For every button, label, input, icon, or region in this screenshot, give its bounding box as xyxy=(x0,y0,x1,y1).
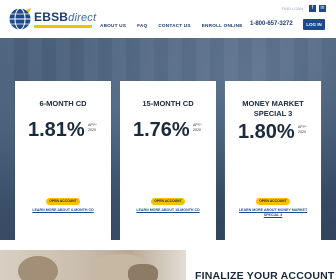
login-button[interactable]: LOG IN xyxy=(303,19,325,30)
learn-more-link[interactable]: LEARN MORE ABOUT 6-MONTH CD xyxy=(21,208,105,213)
card-title: 6-MONTH CD xyxy=(39,99,87,108)
logo-brand: EBSB xyxy=(34,10,69,24)
rate-card-15-month-cd: 15-MONTH CD 1.76% APY* 2020 OPEN ACCOUNT… xyxy=(120,81,216,240)
hero-section: 6-MONTH CD 1.81% APY* 2020 OPEN ACCOUNT … xyxy=(0,38,336,240)
nav-faq[interactable]: FAQ xyxy=(137,23,147,28)
rate-value: 1.80% xyxy=(238,121,295,143)
card-rate: 1.76% APY* 2020 xyxy=(120,119,216,143)
linkedin-icon[interactable]: in xyxy=(319,4,326,12)
logo-text: EBSBdirect xyxy=(34,10,96,24)
rate-apy: APY* 2020 xyxy=(88,123,97,132)
rate-value: 1.81% xyxy=(28,119,85,141)
photo-detail xyxy=(18,256,58,280)
card-title: MONEY MARKET SPECIAL 3 xyxy=(242,99,304,118)
finalize-heading: FINALIZE YOUR ACCOUNT xyxy=(195,270,335,280)
apy-year: 2020 xyxy=(88,127,96,132)
card-rate: 1.81% APY* 2020 xyxy=(15,119,111,143)
rate-apy: APY* 2020 xyxy=(193,123,202,132)
card-rate: 1.80% APY* 2020 xyxy=(225,121,321,145)
learn-more-link[interactable]: LEARN MORE ABOUT 15-MONTH CD xyxy=(126,208,210,213)
finalize-section: FINALIZE YOUR ACCOUNT xyxy=(0,240,336,280)
card-title: 15-MONTH CD xyxy=(142,99,194,108)
nav-about-us[interactable]: ABOUT US xyxy=(100,23,126,28)
photo-detail xyxy=(128,264,158,280)
rate-card-money-market-special-3: MONEY MARKET SPECIAL 3 1.80% APY* 2020 O… xyxy=(225,81,321,240)
learn-more-link[interactable]: LEARN MORE ABOUT MONEY MARKET SPECIAL 3 xyxy=(231,208,315,218)
rate-value: 1.76% xyxy=(133,119,190,141)
site-header: EBSBdirect FIND LOAN f in ABOUT US FAQ C… xyxy=(0,0,336,38)
logo-suffix: direct xyxy=(68,12,97,24)
open-account-button[interactable]: OPEN ACCOUNT xyxy=(151,198,185,205)
phone-number[interactable]: 1-800-657-3272 xyxy=(250,21,293,27)
rate-apy: APY* 2020 xyxy=(298,125,307,134)
top-link[interactable]: FIND LOAN xyxy=(282,6,303,11)
main-nav: ABOUT US FAQ CONTACT US ENROLL ONLINE xyxy=(100,23,243,28)
apy-year: 2020 xyxy=(193,127,201,132)
apy-label: APY* xyxy=(298,125,307,129)
apy-label: APY* xyxy=(88,123,97,127)
globe-icon xyxy=(9,8,31,30)
facebook-icon[interactable]: f xyxy=(309,4,316,12)
open-account-button[interactable]: OPEN ACCOUNT xyxy=(46,198,80,205)
apy-label: APY* xyxy=(193,123,202,127)
nav-enroll-online[interactable]: ENROLL ONLINE xyxy=(202,23,243,28)
account-photo xyxy=(0,250,186,280)
nav-contact-us[interactable]: CONTACT US xyxy=(158,23,190,28)
top-utility-bar: FIND LOAN f in xyxy=(282,4,326,12)
apy-year: 2020 xyxy=(298,129,306,134)
rate-card-6-month-cd: 6-MONTH CD 1.81% APY* 2020 OPEN ACCOUNT … xyxy=(15,81,111,240)
logo[interactable]: EBSBdirect xyxy=(8,7,114,33)
open-account-button[interactable]: OPEN ACCOUNT xyxy=(256,198,290,205)
logo-underline xyxy=(34,25,92,28)
